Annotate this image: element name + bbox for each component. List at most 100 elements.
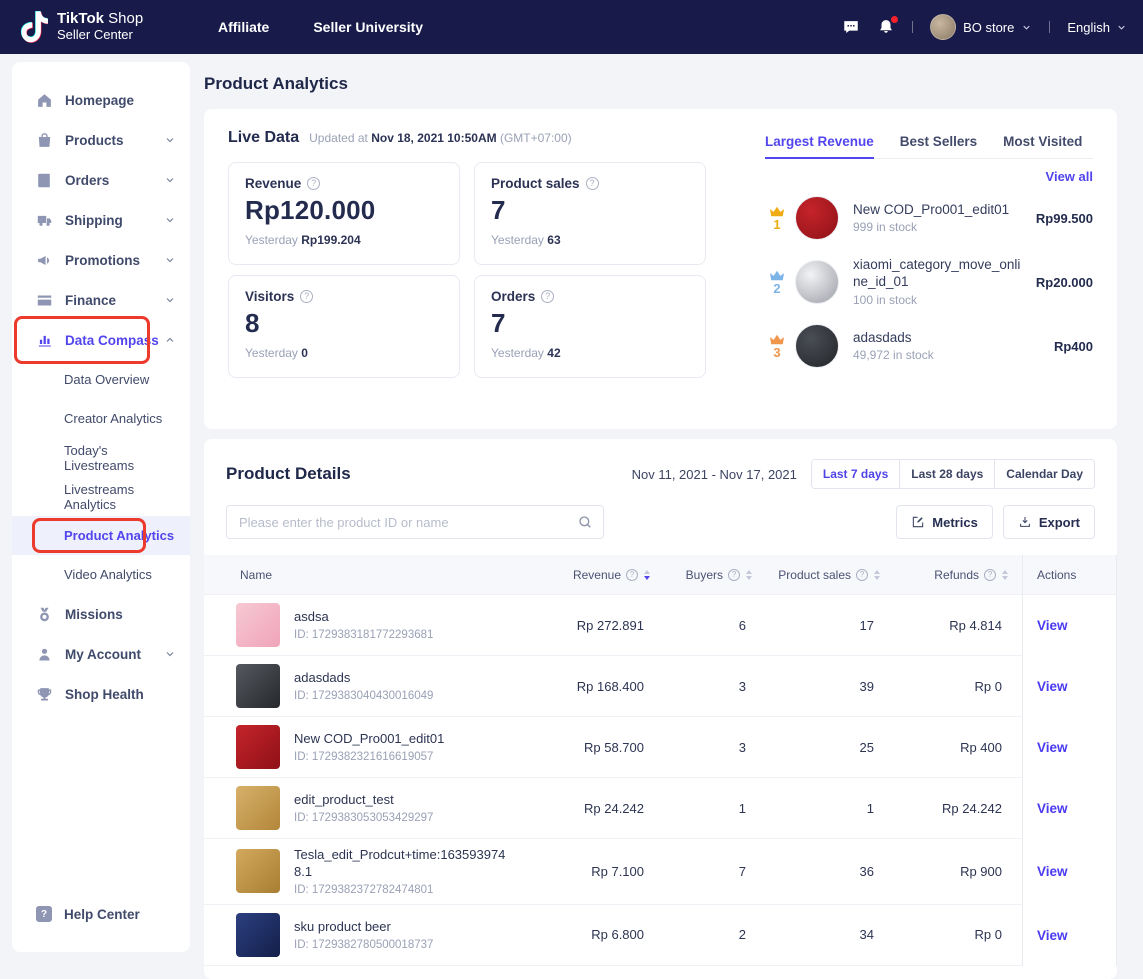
cell-buyers: 6 bbox=[664, 595, 766, 656]
sort-icon[interactable] bbox=[644, 570, 650, 580]
cell-refunds: Rp 4.814 bbox=[894, 595, 1022, 656]
sidebar-item-data-compass[interactable]: Data Compass bbox=[12, 320, 190, 360]
info-icon[interactable]: ? bbox=[856, 569, 868, 581]
sidebar-item-label: Help Center bbox=[64, 907, 140, 922]
cell-actions: View bbox=[1022, 839, 1117, 905]
cell-refunds: Rp 900 bbox=[894, 839, 1022, 905]
view-link[interactable]: View bbox=[1037, 740, 1068, 755]
view-link[interactable]: View bbox=[1037, 801, 1068, 816]
tab-most-visited[interactable]: Most Visited bbox=[1003, 129, 1082, 158]
table-row: New COD_Pro001_edit01ID: 172938232161661… bbox=[204, 717, 1117, 778]
sidebar-item-livestreams-analytics[interactable]: Livestreams Analytics bbox=[12, 477, 190, 516]
nav-link-affiliate[interactable]: Affiliate bbox=[218, 19, 269, 35]
info-icon[interactable]: ? bbox=[586, 177, 599, 190]
stat-yesterday: Yesterday 42 bbox=[491, 346, 689, 360]
view-link[interactable]: View bbox=[1037, 679, 1068, 694]
product-name: edit_product_test bbox=[294, 792, 433, 809]
ranking-item[interactable]: 3adasdads49,972 in stockRp400 bbox=[765, 314, 1093, 378]
range-button-last-28-days[interactable]: Last 28 days bbox=[899, 460, 994, 488]
info-icon[interactable]: ? bbox=[626, 569, 638, 581]
cell-revenue: Rp 58.700 bbox=[518, 717, 664, 778]
sidebar-item-missions[interactable]: Missions bbox=[12, 594, 190, 634]
column-header-refunds[interactable]: Refunds? bbox=[894, 555, 1022, 595]
yesterday-label: Yesterday bbox=[491, 346, 547, 360]
cell-actions: View bbox=[1022, 595, 1117, 656]
range-button-last-7-days[interactable]: Last 7 days bbox=[812, 460, 899, 488]
ranking-item[interactable]: 1New COD_Pro001_edit01999 in stockRp99.5… bbox=[765, 186, 1093, 250]
sidebar-item-product-analytics[interactable]: Product Analytics bbox=[12, 516, 190, 555]
sidebar-item-homepage[interactable]: Homepage bbox=[12, 80, 190, 120]
sidebar-item-creator-analytics[interactable]: Creator Analytics bbox=[12, 399, 190, 438]
view-link[interactable]: View bbox=[1037, 928, 1068, 943]
view-all-link[interactable]: View all bbox=[765, 169, 1093, 184]
view-link[interactable]: View bbox=[1037, 618, 1068, 633]
yesterday-label: Yesterday bbox=[245, 346, 301, 360]
range-button-calendar-day[interactable]: Calendar Day bbox=[994, 460, 1094, 488]
bell-icon[interactable] bbox=[877, 18, 895, 36]
product-thumbnail bbox=[236, 725, 280, 769]
sidebar-item-shop-health[interactable]: Shop Health bbox=[12, 674, 190, 714]
search-icon[interactable] bbox=[577, 514, 593, 530]
navbar-links: Affiliate Seller University bbox=[218, 19, 423, 35]
sidebar-nav: HomepageProductsOrdersShippingPromotions… bbox=[12, 80, 190, 714]
info-icon[interactable]: ? bbox=[307, 177, 320, 190]
product-search-input[interactable] bbox=[227, 506, 603, 538]
sidebar-item-help-center[interactable]: ?Help Center bbox=[12, 894, 190, 934]
sidebar-item-promotions[interactable]: Promotions bbox=[12, 240, 190, 280]
rank-product-value: Rp20.000 bbox=[1036, 275, 1093, 290]
nav-link-seller-university[interactable]: Seller University bbox=[313, 19, 423, 35]
sidebar-item-data-overview[interactable]: Data Overview bbox=[12, 360, 190, 399]
stat-label-text: Product sales bbox=[491, 176, 580, 191]
info-icon[interactable]: ? bbox=[541, 290, 554, 303]
metrics-label: Metrics bbox=[932, 515, 978, 530]
tiktok-logo[interactable]: TikTok Shop Seller Center bbox=[0, 11, 200, 43]
column-label: Buyers bbox=[686, 568, 723, 582]
language-menu[interactable]: English bbox=[1067, 20, 1127, 35]
rank-crown-icon: 3 bbox=[765, 334, 789, 359]
store-menu[interactable]: BO store bbox=[930, 14, 1032, 40]
ranking-panel: Largest RevenueBest SellersMost Visited … bbox=[765, 129, 1093, 409]
sidebar-item-today-s-livestreams[interactable]: Today's Livestreams bbox=[12, 438, 190, 477]
sidebar-item-products[interactable]: Products bbox=[12, 120, 190, 160]
sidebar-item-my-account[interactable]: My Account bbox=[12, 634, 190, 674]
export-label: Export bbox=[1039, 515, 1080, 530]
chat-icon[interactable] bbox=[842, 18, 860, 36]
sidebar-item-label: My Account bbox=[65, 647, 141, 662]
column-header-product-sales[interactable]: Product sales? bbox=[766, 555, 894, 595]
table-row: Tesla_edit_Prodcut+time:1635939748.1ID: … bbox=[204, 839, 1117, 905]
info-icon[interactable]: ? bbox=[728, 569, 740, 581]
stat-value: Rp120.000 bbox=[245, 195, 443, 226]
product-name: sku product beer bbox=[294, 919, 433, 936]
sort-icon[interactable] bbox=[1002, 570, 1008, 580]
cell-buyers: 7 bbox=[664, 839, 766, 905]
sidebar-item-video-analytics[interactable]: Video Analytics bbox=[12, 555, 190, 594]
sort-icon[interactable] bbox=[874, 570, 880, 580]
product-name: adasdads bbox=[294, 670, 433, 687]
metrics-button[interactable]: Metrics bbox=[896, 505, 993, 539]
product-id: ID: 1729383181772293681 bbox=[294, 629, 433, 641]
stat-label: Visitors? bbox=[245, 289, 443, 304]
column-label: Product sales bbox=[778, 568, 851, 582]
stat-card-revenue: Revenue?Rp120.000Yesterday Rp199.204 bbox=[228, 162, 460, 265]
product-name-block: edit_product_testID: 1729383053053429297 bbox=[294, 792, 433, 824]
info-icon[interactable]: ? bbox=[984, 569, 996, 581]
table-body: asdsaID: 1729383181772293681Rp 272.89161… bbox=[204, 595, 1117, 966]
orders-icon bbox=[36, 172, 53, 189]
sidebar-item-orders[interactable]: Orders bbox=[12, 160, 190, 200]
sidebar-item-finance[interactable]: Finance bbox=[12, 280, 190, 320]
info-icon[interactable]: ? bbox=[300, 290, 313, 303]
logo-text: TikTok Shop Seller Center bbox=[57, 11, 143, 42]
sort-icon[interactable] bbox=[746, 570, 752, 580]
column-header-revenue[interactable]: Revenue? bbox=[518, 555, 664, 595]
tab-largest-revenue[interactable]: Largest Revenue bbox=[765, 129, 874, 158]
chevron-up-icon bbox=[164, 334, 176, 346]
view-link[interactable]: View bbox=[1037, 864, 1068, 879]
rank-product-name: adasdads bbox=[853, 330, 1044, 347]
column-header-buyers[interactable]: Buyers? bbox=[664, 555, 766, 595]
export-button[interactable]: Export bbox=[1003, 505, 1095, 539]
stat-value: 8 bbox=[245, 308, 443, 339]
tab-best-sellers[interactable]: Best Sellers bbox=[900, 129, 977, 158]
ranking-item[interactable]: 2xiaomi_category_move_online_id_01100 in… bbox=[765, 250, 1093, 314]
sidebar-item-shipping[interactable]: Shipping bbox=[12, 200, 190, 240]
stat-yesterday: Yesterday 63 bbox=[491, 233, 689, 247]
